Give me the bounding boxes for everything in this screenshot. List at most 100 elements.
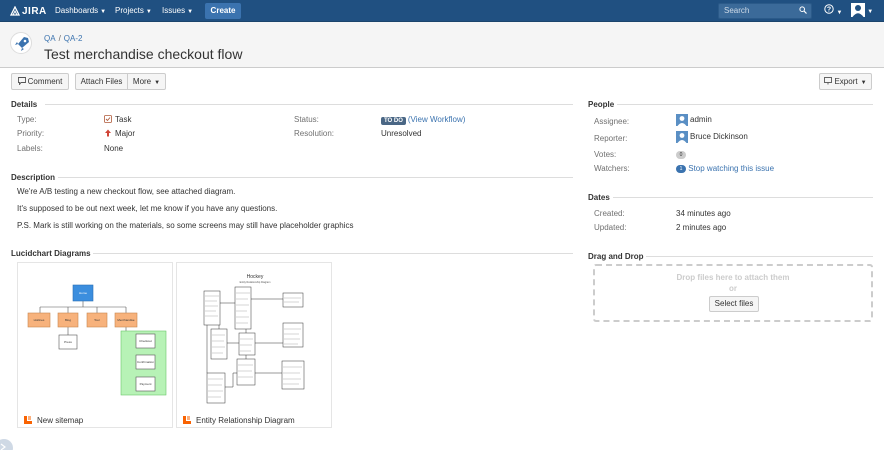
- breadcrumb-project[interactable]: QA: [44, 34, 56, 43]
- drop-or-text: or: [729, 284, 737, 293]
- watchers-value: 1 Stop watching this issue: [676, 164, 774, 173]
- description-section-title: Description: [11, 173, 56, 182]
- breadcrumb-separator: /: [58, 34, 61, 43]
- feedback-widget-icon[interactable]: [0, 438, 14, 450]
- assignee-name: admin: [690, 115, 712, 125]
- section-divider: [93, 253, 573, 254]
- status-value: TO DO (View Workflow): [381, 115, 465, 125]
- erd-subheading: Entity Relationship Diagram: [240, 281, 271, 284]
- caret-down-icon: ▼: [145, 9, 152, 15]
- top-navigation-bar: JIRA Dashboards ▼ Projects ▼ Issues ▼ Creat…: [0, 0, 884, 22]
- section-divider: [613, 197, 873, 198]
- section-divider: [45, 104, 573, 105]
- user-avatar-icon: [851, 3, 865, 17]
- export-button-label: Export: [834, 77, 858, 86]
- resolution-label: Resolution:: [294, 129, 335, 138]
- rocket-icon: [15, 37, 29, 51]
- view-workflow-link[interactable]: (View Workflow): [408, 115, 466, 124]
- sitemap-node-merchandise: Merchandise: [117, 318, 135, 322]
- section-divider: [58, 177, 573, 178]
- sitemap-node-home: Home: [79, 291, 87, 295]
- people-section-title: People: [588, 100, 615, 109]
- logo-text: JIRA: [22, 5, 47, 17]
- created-label: Created:: [594, 209, 625, 218]
- sitemap-node-hotlines: Hotlines: [34, 318, 45, 322]
- attach-files-button[interactable]: Attach Files: [75, 73, 127, 90]
- sitemap-node-payment: Payment: [140, 382, 152, 386]
- nav-projects-label: Projects: [115, 6, 144, 15]
- diagram-caption[interactable]: New sitemap: [24, 416, 83, 425]
- type-value-text: Task: [115, 115, 132, 124]
- issue-summary[interactable]: Test merchandise checkout flow: [44, 46, 242, 62]
- select-files-button[interactable]: Select files: [709, 296, 759, 312]
- user-menu[interactable]: ▼: [851, 3, 873, 19]
- diagram-name-sitemap: New sitemap: [37, 416, 84, 425]
- diagram-card-erd[interactable]: Hockey Entity Relationship Diagram Entit…: [176, 262, 332, 428]
- issue-header: QA / QA-2 Test merchandise checkout flow: [0, 22, 884, 68]
- type-label: Type:: [17, 115, 37, 124]
- nav-dashboards[interactable]: Dashboards ▼: [55, 5, 106, 17]
- assignee-value[interactable]: admin: [676, 114, 712, 126]
- more-button[interactable]: More ▼: [127, 73, 166, 90]
- reporter-label: Reporter:: [594, 134, 628, 143]
- diagram-card-sitemap[interactable]: Home Hotlines Blog Tour Merchandise Pres…: [17, 262, 173, 428]
- caret-down-icon: ▼: [836, 10, 843, 16]
- comment-icon: [17, 77, 26, 86]
- nav-dashboards-label: Dashboards: [55, 6, 99, 15]
- lucidchart-icon: [24, 416, 32, 424]
- nav-issues-label: Issues: [162, 6, 186, 15]
- file-drop-zone[interactable]: Drop files here to attach them or Select…: [593, 264, 873, 322]
- assignee-label: Assignee:: [594, 117, 630, 126]
- stop-watching-link[interactable]: Stop watching this issue: [688, 164, 774, 173]
- help-menu[interactable]: ? ▼: [824, 4, 842, 16]
- sitemap-node-blog: Blog: [65, 318, 71, 322]
- help-icon: ?: [824, 4, 834, 14]
- jira-logo[interactable]: JIRA: [10, 4, 47, 18]
- nav-issues[interactable]: Issues ▼: [162, 5, 193, 17]
- project-avatar[interactable]: [10, 32, 32, 54]
- caret-down-icon: ▼: [100, 9, 107, 15]
- watchers-count-badge[interactable]: 1: [676, 164, 686, 173]
- create-button[interactable]: Create: [205, 3, 241, 19]
- svg-text:?: ?: [827, 7, 831, 14]
- breadcrumb: QA / QA-2: [44, 34, 82, 43]
- description-line: It's supposed to be out next week, let m…: [17, 204, 278, 213]
- labels-value[interactable]: None: [104, 144, 123, 153]
- section-divider: [646, 256, 873, 257]
- search-input[interactable]: Search: [718, 3, 812, 19]
- drop-files-text: Drop files here to attach them: [676, 273, 790, 282]
- sitemap-diagram-thumbnail: Home Hotlines Blog Tour Merchandise Pres…: [27, 284, 167, 396]
- user-avatar-icon: [676, 114, 688, 126]
- erd-heading: Hockey: [247, 274, 264, 280]
- reporter-value[interactable]: Bruce Dickinson: [676, 131, 748, 143]
- priority-label: Priority:: [17, 129, 45, 138]
- nav-projects[interactable]: Projects ▼: [115, 5, 152, 17]
- erd-diagram-thumbnail: Hockey Entity Relationship Diagram: [203, 274, 305, 404]
- updated-label: Updated:: [594, 223, 627, 232]
- created-value: 34 minutes ago: [676, 209, 731, 218]
- export-button[interactable]: Export ▼: [819, 73, 872, 90]
- votes-value[interactable]: 0: [676, 150, 686, 159]
- caret-down-icon: ▼: [154, 80, 161, 86]
- labels-label: Labels:: [17, 144, 43, 153]
- sitemap-node-tour: Tour: [94, 318, 100, 322]
- diagram-caption[interactable]: Entity Relationship Diagram: [183, 416, 295, 425]
- breadcrumb-issue-key[interactable]: QA-2: [64, 34, 83, 43]
- description-line: P.S. Mark is still working on the materi…: [17, 221, 354, 230]
- priority-value[interactable]: Major: [104, 129, 135, 138]
- caret-down-icon: ▼: [860, 80, 867, 86]
- comment-button[interactable]: Comment: [11, 73, 69, 90]
- priority-major-arrow-icon: [105, 129, 111, 137]
- status-badge: TO DO: [381, 117, 406, 125]
- status-label: Status:: [294, 115, 319, 124]
- user-avatar-icon: [676, 131, 688, 143]
- caret-down-icon: ▼: [867, 9, 874, 15]
- export-icon: [824, 77, 833, 85]
- more-button-label: More: [132, 77, 152, 86]
- resolution-value: Unresolved: [381, 129, 422, 138]
- comment-button-label: Comment: [27, 77, 63, 86]
- sitemap-node-checkout: Checkout: [139, 339, 152, 343]
- dates-section-title: Dates: [588, 193, 610, 202]
- type-value[interactable]: Task: [104, 115, 131, 124]
- lucidchart-section-title: Lucidchart Diagrams: [11, 249, 91, 258]
